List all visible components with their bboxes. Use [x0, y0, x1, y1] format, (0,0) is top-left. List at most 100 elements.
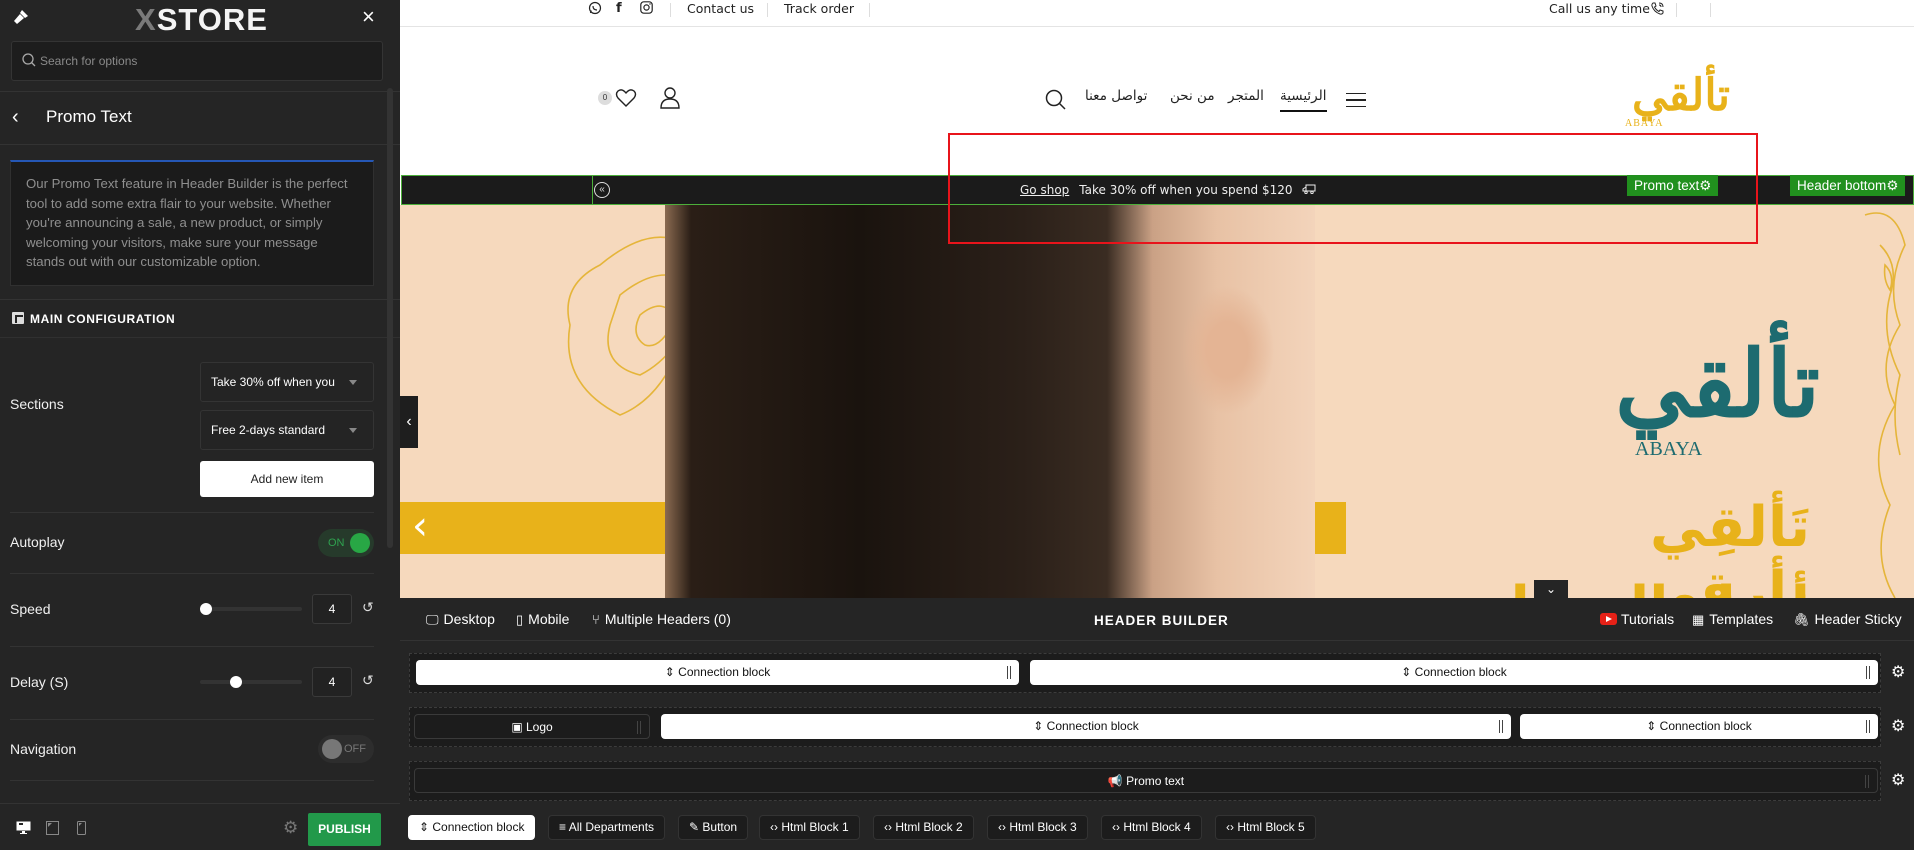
search-box[interactable] [11, 41, 383, 81]
publish-button[interactable]: PUBLISH [308, 813, 381, 846]
row-settings-gear-icon[interactable]: ⚙ [1891, 662, 1905, 682]
heart-icon[interactable] [615, 88, 637, 113]
instagram-icon[interactable] [640, 1, 653, 19]
sidebar-scrollbar[interactable] [387, 88, 393, 548]
header-bottom-edit-tag[interactable]: Header bottom⚙ [1790, 175, 1906, 196]
element-chip[interactable]: ⇕ Connection block [408, 815, 536, 840]
templates-link[interactable]: ▦ Templates [1692, 611, 1773, 628]
back-chevron-icon[interactable]: ‹ [12, 106, 19, 129]
reset-icon[interactable]: ↺ [362, 672, 374, 689]
logo-prefix: X [135, 2, 157, 37]
hamburger-menu-icon[interactable] [1346, 93, 1366, 107]
brand-logo[interactable]: تألقي ABAYA [1585, 70, 1730, 134]
element-chip[interactable]: ✎ Button [678, 815, 749, 840]
logo-block[interactable]: ▣ Logo [414, 714, 650, 739]
search-icon[interactable] [1045, 89, 1067, 116]
reset-icon[interactable]: ↺ [362, 599, 374, 616]
collapse-sidebar-button[interactable]: ‹ [400, 396, 418, 448]
tutorials-link[interactable]: Tutorials [1600, 611, 1674, 627]
row-settings-gear-icon[interactable]: ⚙ [1891, 770, 1905, 790]
desktop-icon: 🖵 [426, 612, 439, 627]
block-label: Promo text [1126, 774, 1185, 788]
nav-item-about[interactable]: من نحن [1170, 88, 1215, 104]
connection-icon: ⇕ [1401, 665, 1415, 679]
slider-prev-arrow-icon[interactable]: ‹ [412, 503, 428, 549]
mobile-preview-icon[interactable] [77, 821, 86, 840]
settings-gear-icon[interactable]: ⚙ [283, 818, 298, 838]
add-new-item-button[interactable]: Add new item [200, 461, 374, 497]
tab-label: Templates [1709, 611, 1774, 627]
promo-text-edit-tag[interactable]: Promo text⚙ [1627, 175, 1719, 196]
header-sticky-link[interactable]: 🖇 Header Sticky [1793, 611, 1902, 628]
row-settings-gear-icon[interactable]: ⚙ [1891, 716, 1905, 736]
block-label: Connection block [1659, 719, 1752, 733]
templates-icon: ▦ [1692, 612, 1705, 627]
main-configuration-heading[interactable]: MAIN CONFIGURATION [12, 312, 175, 326]
builder-row-top[interactable]: ⇕ Connection block ⇕ Connection block [409, 653, 1881, 693]
resize-handle[interactable] [1866, 666, 1870, 679]
tab-mobile[interactable]: ▯ Mobile [516, 611, 569, 628]
connection-block[interactable]: ⇕ Connection block [1520, 714, 1878, 739]
list-icon: ≡ [559, 820, 569, 834]
search-input[interactable] [40, 42, 370, 80]
divider [10, 719, 374, 720]
autoplay-toggle[interactable]: ON [318, 529, 374, 557]
resize-handle[interactable] [1499, 720, 1503, 733]
chip-label: Html Block 1 [781, 820, 849, 834]
contact-us-link[interactable]: Contact us [687, 0, 754, 18]
section-item-select[interactable]: Free 2-days standard [200, 410, 374, 450]
delay-label: Delay (S) [10, 674, 69, 690]
facebook-icon[interactable]: f [616, 0, 622, 18]
element-chip[interactable]: ‹› Html Block 3 [987, 815, 1088, 840]
nav-item-shop[interactable]: المتجر [1228, 88, 1264, 104]
user-account-icon[interactable] [659, 86, 681, 114]
section-heading-label: MAIN CONFIGURATION [30, 312, 176, 326]
delay-slider[interactable] [200, 676, 302, 688]
hero-slogan-line2: أزياء العبايا [1480, 575, 1810, 598]
element-chip[interactable]: ≡ All Departments [548, 815, 666, 840]
connection-icon: ⇕ [1033, 719, 1047, 733]
divider [10, 512, 374, 513]
tab-label: Mobile [528, 611, 570, 627]
toggle-builder-chevron-icon[interactable]: ⌄ [1534, 580, 1568, 598]
paintbrush-icon[interactable] [12, 8, 32, 28]
element-chip[interactable]: ‹› Html Block 2 [873, 815, 974, 840]
element-chip[interactable]: ‹› Html Block 1 [759, 815, 860, 840]
panel-title: Promo Text [46, 107, 132, 126]
go-shop-link[interactable]: Go shop [1020, 183, 1069, 197]
speed-value[interactable]: 4 [312, 594, 352, 624]
resize-handle[interactable] [1007, 666, 1011, 679]
divider [10, 573, 374, 574]
builder-row-bottom[interactable]: 📢 Promo text [409, 761, 1881, 801]
connection-block[interactable]: ⇕ Connection block [1030, 660, 1878, 685]
customizer-sidebar: XSTORE × ‹ Promo Text Our Promo Text fea… [0, 0, 400, 850]
nav-item-home[interactable]: الرئيسية [1280, 88, 1327, 112]
section-item-label: Free 2-days standard [211, 423, 326, 437]
slider-thumb[interactable] [200, 603, 212, 615]
section-item-select[interactable]: Take 30% off when you [200, 362, 374, 402]
tab-desktop[interactable]: 🖵 Desktop [426, 611, 495, 628]
element-chip[interactable]: ‹› Html Block 5 [1215, 815, 1316, 840]
track-order-link[interactable]: Track order [784, 0, 854, 18]
resize-handle[interactable] [1865, 775, 1869, 788]
top-bar: f Contact us Track order Call us any tim… [400, 0, 1914, 27]
connection-block[interactable]: ⇕ Connection block [661, 714, 1511, 739]
promo-close-icon[interactable]: « [594, 182, 610, 198]
slider-thumb[interactable] [229, 676, 242, 688]
navigation-toggle[interactable]: OFF [318, 735, 374, 763]
desktop-preview-icon[interactable] [16, 821, 31, 839]
builder-row-main[interactable]: ▣ Logo ⇕ Connection block ⇕ Connection b… [409, 707, 1881, 747]
resize-handle[interactable] [637, 721, 641, 734]
app-window: XSTORE × ‹ Promo Text Our Promo Text fea… [0, 0, 1914, 850]
tab-multiple-headers[interactable]: ⑂ Multiple Headers (0) [592, 611, 731, 627]
promo-text-block[interactable]: 📢 Promo text [414, 768, 1878, 793]
close-icon[interactable]: × [362, 4, 375, 30]
connection-block[interactable]: ⇕ Connection block [416, 660, 1019, 685]
speed-slider[interactable] [200, 603, 302, 615]
tablet-preview-icon[interactable] [46, 821, 59, 840]
whatsapp-icon[interactable] [588, 1, 602, 20]
resize-handle[interactable] [1866, 720, 1870, 733]
delay-value[interactable]: 4 [312, 667, 352, 697]
nav-item-contact[interactable]: تواصل معنا [1085, 88, 1147, 104]
element-chip[interactable]: ‹› Html Block 4 [1101, 815, 1202, 840]
